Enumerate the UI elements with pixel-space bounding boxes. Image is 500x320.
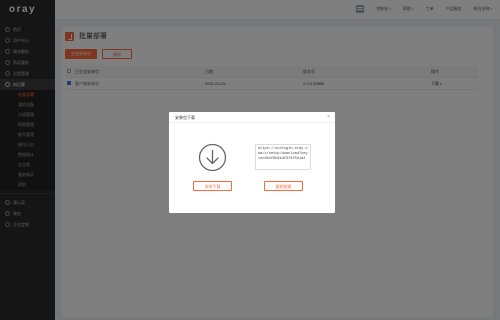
- close-icon[interactable]: ×: [327, 114, 330, 120]
- download-modal: 安装包下载 × https://sunlogin.oray.com/c/setu…: [169, 112, 335, 213]
- download-url-box[interactable]: https://sunlogin.oray.com/c/setup/downlo…: [255, 144, 311, 170]
- modal-title: 安装包下载: [175, 115, 195, 120]
- modal-header: 安装包下载 ×: [169, 112, 335, 123]
- copy-link-button[interactable]: 复制链接: [264, 181, 303, 191]
- download-icon: [198, 143, 227, 172]
- local-download-button[interactable]: 本地下载: [193, 181, 232, 191]
